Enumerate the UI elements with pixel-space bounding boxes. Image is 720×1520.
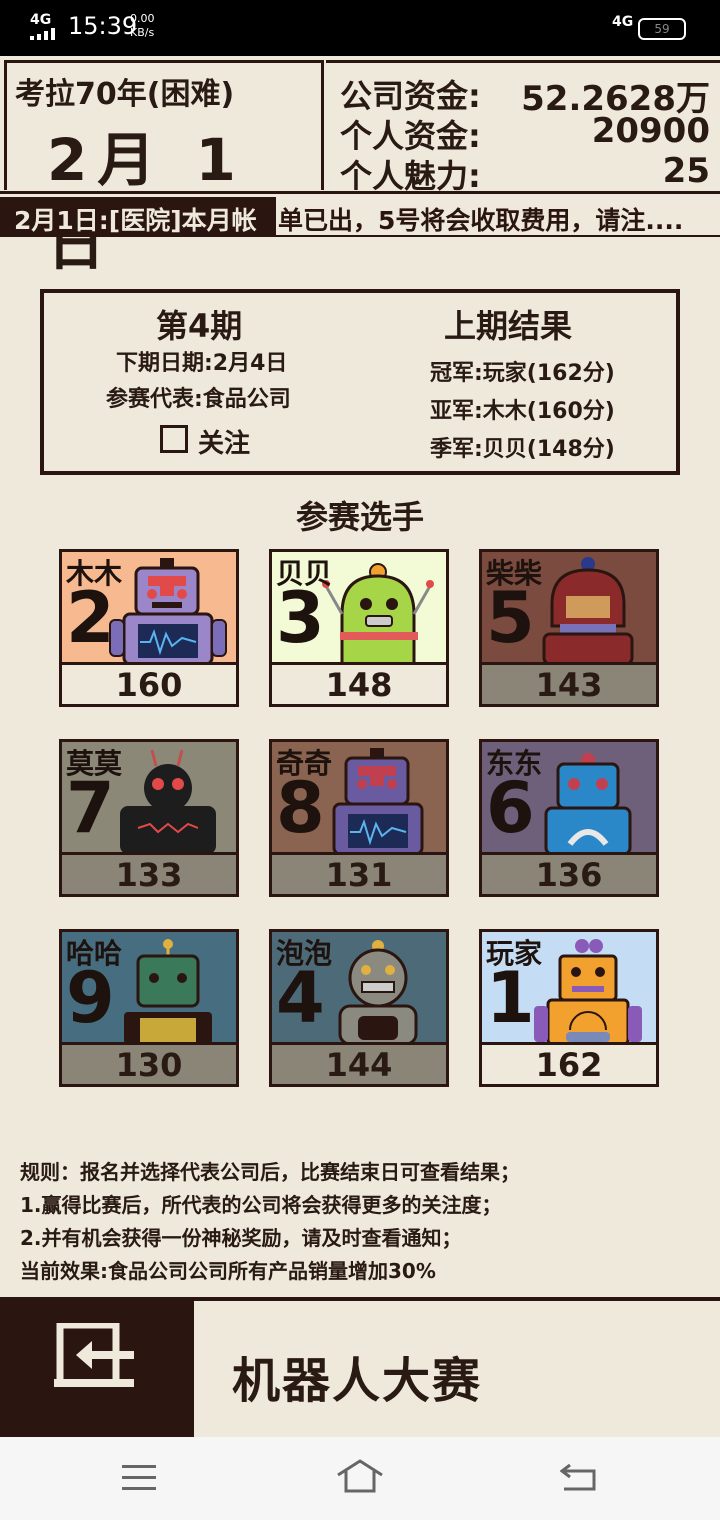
rules-line: 1.赢得比赛后，所代表的公司将会获得更多的关注度； [20,1193,502,1217]
next-date: 下期日期:2月4日 [116,351,288,376]
player-card[interactable]: 贝贝 3 148 [269,549,449,707]
player-score: 133 [62,852,236,894]
personal-funds-row: 个人资金: 20900 [340,111,710,155]
company-funds-row: 公司资金: 52.2628万 [340,71,710,119]
player-art: 泡泡 4 [272,932,446,1042]
player-number: 9 [66,957,115,1039]
player-art: 哈哈 9 [62,932,236,1042]
back-icon[interactable] [560,1461,600,1493]
player-score: 143 [482,662,656,704]
player-card[interactable]: 东东 6 136 [479,739,659,897]
player-art: 莫莫 7 [62,742,236,852]
ticker-text: 单已出，5号将会收取费用，请注.... [278,206,684,235]
rules-line: 当前效果:食品公司公司所有产品销量增加30% [20,1259,436,1283]
funds-panel: 公司资金: 52.2628万 个人资金: 20900 个人魅力: 25 [326,60,720,195]
player-score: 160 [62,662,236,704]
battery-icon: 59 [638,18,686,40]
player-score: 136 [482,852,656,894]
system-nav-bar [0,1437,720,1520]
header: 考拉70年(困难) 2月 1 日 公司资金: 52.2628万 个人资金: 20… [0,56,720,278]
rules-text: 规则：报名并选择代表公司后，比赛结束日可查看结果； 1.赢得比赛后，所代表的公司… [20,1156,710,1288]
player-score: 130 [62,1042,236,1084]
player-number: 4 [276,957,325,1039]
runner-up: 亚军:木木(160分) [430,399,615,424]
date-panel: 考拉70年(困难) 2月 1 日 [4,60,324,278]
player-number: 8 [276,767,325,849]
charm-row: 个人魅力: 25 [340,151,710,195]
player-art: 奇奇 8 [272,742,446,852]
rules-line: 2.并有机会获得一份神秘奖励，请及时查看通知； [20,1226,462,1250]
player-card[interactable]: 哈哈 9 130 [59,929,239,1087]
player-art: 贝贝 3 [272,552,446,662]
net-speed: 0.00 KB/s [130,12,155,40]
representative: 参赛代表:食品公司 [106,387,291,412]
player-number: 7 [66,767,115,849]
player-score: 131 [272,852,446,894]
player-number: 3 [276,577,325,659]
player-art: 木木 2 [62,552,236,662]
news-ticker[interactable]: 2月1日:[医院]本月帐 单已出，5号将会收取费用，请注.... [0,197,720,237]
player-number: 2 [66,577,115,659]
net-speed-value: 0.00 [130,12,155,25]
third-place: 季军:贝贝(148分) [430,437,615,462]
exit-button[interactable] [0,1301,194,1437]
player-number: 1 [486,957,535,1039]
clock: 15:39 [68,12,138,40]
player-number: 5 [486,577,535,659]
player-card[interactable]: 木木 2 160 [59,549,239,707]
player-card[interactable]: 泡泡 4 144 [269,929,449,1087]
battery-level: 59 [654,22,670,36]
charm-value: 25 [662,151,710,191]
player-number: 6 [486,767,535,849]
player-art: 柴柴 5 [482,552,656,662]
rules-line: 规则：报名并选择代表公司后，比赛结束日可查看结果； [20,1160,520,1184]
year-label: 考拉70年(困难) [15,77,235,112]
bottom-bar: 机器人大赛 [0,1297,720,1437]
follow-checkbox[interactable] [160,425,188,453]
charm-label: 个人魅力: [340,157,481,195]
players-title: 参赛选手 [295,498,424,536]
period-title: 第4期 [156,307,243,345]
player-card[interactable]: 奇奇 8 131 [269,739,449,897]
player-score: 144 [272,1042,446,1084]
exit-door-icon [54,1323,134,1387]
player-art: 玩家 1 [482,932,656,1042]
champion: 冠军:玩家(162分) [430,361,615,386]
follow-label[interactable]: 关注 [198,423,250,460]
net-speed-unit: KB/s [130,26,155,39]
signal-icon: 4G [30,12,52,28]
player-card[interactable]: 玩家 1 162 [479,929,659,1087]
personal-funds-value: 20900 [591,111,710,151]
network-right: 4G [612,14,634,30]
player-score: 162 [482,1042,656,1084]
player-card[interactable]: 柴柴 5 143 [479,549,659,707]
page-title: 机器人大赛 [232,1353,483,1409]
player-card[interactable]: 莫莫 7 133 [59,739,239,897]
status-bar: 4G 15:39 0.00 KB/s 4G 59 [0,0,720,56]
player-art: 东东 6 [482,742,656,852]
match-info-panel: 第4期 下期日期:2月4日 参赛代表:食品公司 关注 上期结果 冠军:玩家(16… [40,289,680,475]
player-score: 148 [272,662,446,704]
menu-icon[interactable] [122,1465,158,1491]
last-result-title: 上期结果 [444,307,573,345]
home-icon[interactable] [336,1459,386,1495]
ticker-text-highlight: 2月1日:[医院]本月帐 [14,206,257,235]
signal-bars-icon [30,28,55,40]
